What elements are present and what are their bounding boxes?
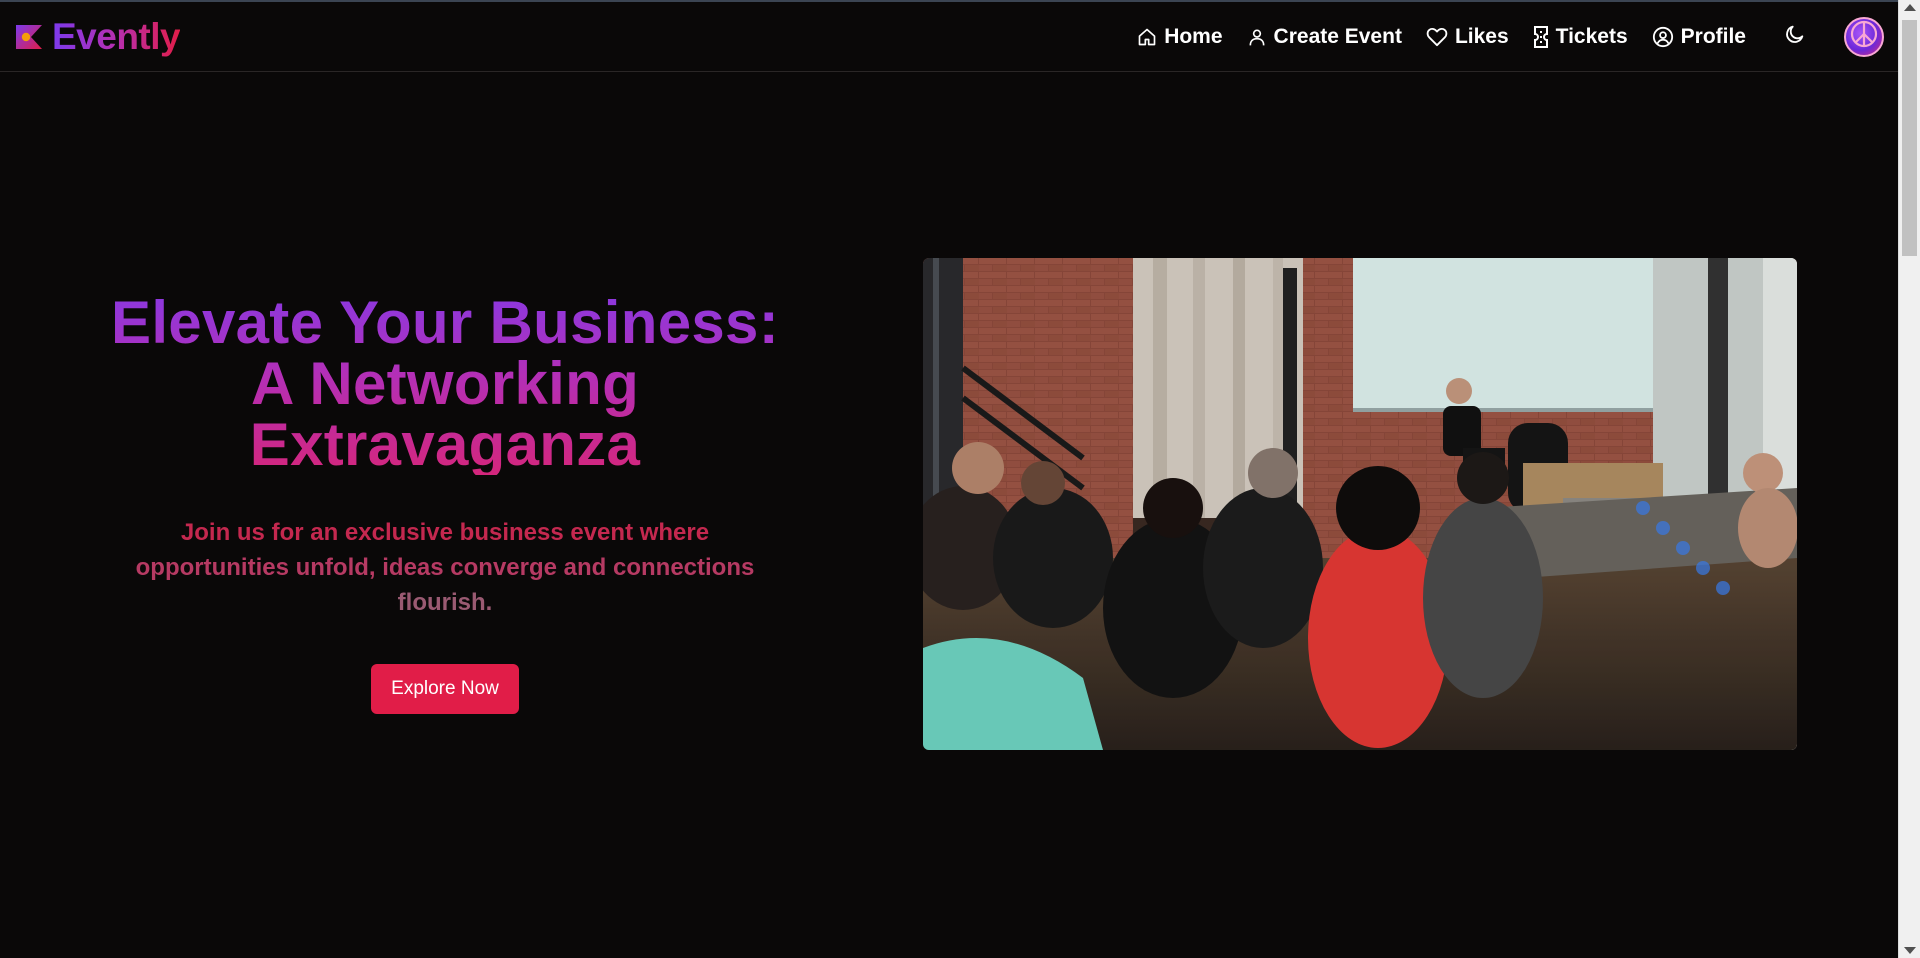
hero-subtitle-line: opportunities unfold, ideas converge and…	[135, 554, 755, 581]
user-circle-icon	[1652, 26, 1674, 48]
hero-event-photo	[923, 258, 1797, 750]
theme-toggle-button[interactable]	[1784, 23, 1806, 50]
nav-item-label: Home	[1164, 24, 1223, 48]
hero-subtitle: Join us for an exclusive business event …	[100, 515, 790, 620]
user-icon	[1247, 27, 1267, 47]
page-scrollbar[interactable]	[1898, 0, 1920, 958]
scroll-down-arrow-icon[interactable]	[1904, 947, 1916, 954]
hero-text: Elevate Your Business: A Networking Extr…	[96, 292, 794, 714]
hero-title: Elevate Your Business: A Networking Extr…	[111, 292, 779, 475]
heart-icon	[1426, 27, 1448, 47]
hero-title-line: A Networking	[250, 350, 640, 417]
hero-title-line: Elevate Your Business:	[111, 289, 779, 356]
nav-item-label: Create Event	[1273, 24, 1402, 48]
ticket-icon	[1533, 25, 1549, 48]
navbar: Evently Home Create Event Likes Tickets	[0, 2, 1898, 72]
scroll-up-arrow-icon[interactable]	[1904, 4, 1916, 11]
nav-item-label: Likes	[1454, 24, 1509, 48]
nav-item-create-event[interactable]: Create Event	[1247, 25, 1402, 49]
hero-subtitle-line: Join us for an exclusive business event …	[180, 519, 710, 546]
explore-now-button[interactable]: Explore Now	[371, 664, 519, 714]
moon-icon	[1784, 23, 1806, 50]
evently-logo-icon	[14, 22, 44, 52]
nav-item-home[interactable]: Home	[1137, 24, 1223, 49]
nav-item-label: Profile	[1680, 24, 1746, 48]
peace-sign-icon	[1849, 19, 1879, 54]
home-icon	[1137, 27, 1157, 47]
nav-item-label: Tickets	[1555, 24, 1628, 48]
avatar[interactable]	[1844, 16, 1884, 57]
hero-subtitle-line: flourish.	[397, 589, 493, 616]
brand-link[interactable]: Evently	[14, 15, 181, 58]
hero-title-line: Extravaganza	[249, 411, 641, 478]
brand-name: Evently	[52, 15, 181, 57]
nav-item-tickets[interactable]: Tickets	[1533, 25, 1628, 49]
nav-item-profile[interactable]: Profile	[1652, 25, 1746, 49]
scrollbar-thumb[interactable]	[1902, 20, 1917, 256]
nav-item-likes[interactable]: Likes	[1426, 25, 1509, 49]
main-nav: Home Create Event Likes Tickets Profile	[1137, 16, 1884, 57]
